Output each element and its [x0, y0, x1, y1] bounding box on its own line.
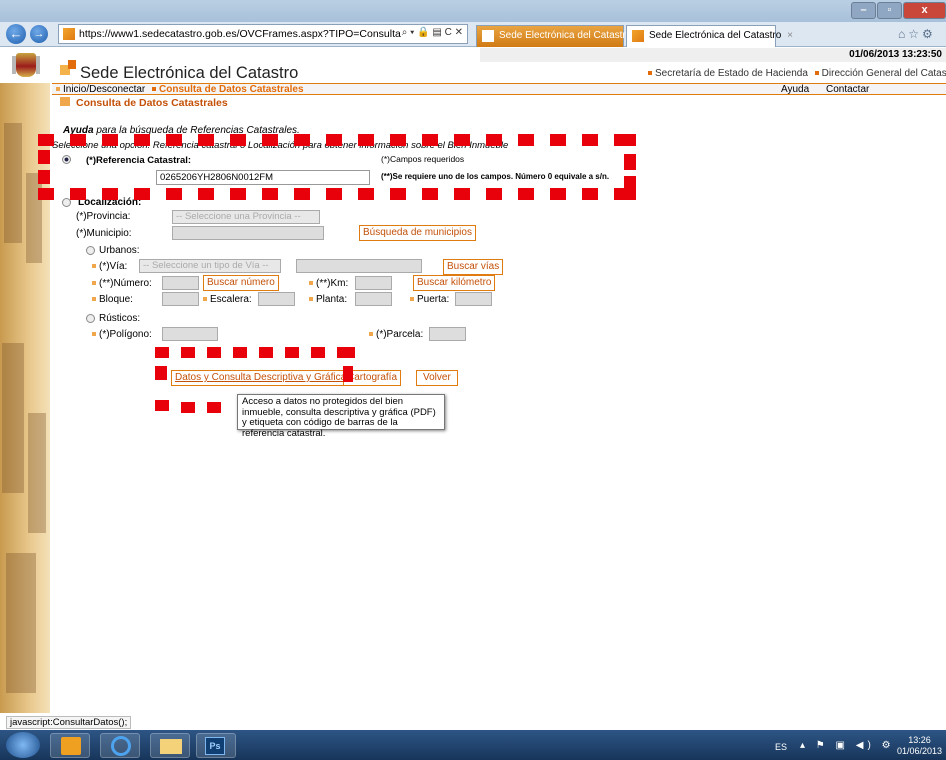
buscar-numero-button[interactable]: Buscar número — [203, 275, 279, 291]
window-title-bar — [0, 0, 946, 22]
poligono-input[interactable] — [162, 327, 218, 341]
status-text: javascript:ConsultarDatos(); — [6, 716, 132, 729]
volver-button[interactable]: Volver — [416, 370, 458, 386]
busqueda-municipios-button[interactable]: Búsqueda de municipios — [359, 225, 476, 241]
rusticos-label: Rústicos: — [99, 313, 141, 324]
required-fields-note: (*)Campos requeridos — [381, 154, 465, 164]
contact-link[interactable]: Contactar — [826, 84, 869, 95]
breadcrumb-home[interactable]: Inicio/Desconectar — [63, 84, 145, 95]
escalera-input[interactable] — [258, 292, 295, 306]
url-text: https://www1.sedecatastro.gob.es/OVCFram… — [79, 28, 401, 40]
planta-label: Planta: — [309, 294, 347, 305]
link-secretaria[interactable]: Secretaría de Estado de Hacienda — [655, 68, 808, 79]
spain-coat-of-arms-logo — [0, 47, 50, 83]
address-controls-icons[interactable]: ⌕ ▾ 🔒 ▤ C ✕ — [402, 27, 463, 38]
tab-favicon-icon — [632, 30, 644, 42]
escalera-label: Escalera: — [203, 294, 252, 305]
radio-rusticos[interactable] — [86, 314, 95, 323]
buscar-vias-button[interactable]: Buscar vías — [443, 259, 504, 275]
referencia-catastral-input[interactable]: 0265206YH2806N0012FM — [156, 170, 370, 185]
bloque-input[interactable] — [162, 292, 199, 306]
status-bar — [0, 713, 946, 730]
bloque-label: Bloque: — [92, 294, 133, 305]
tab-favicon-icon — [482, 30, 494, 42]
clock-date: 01/06/2013 — [897, 746, 943, 756]
municipio-input[interactable] — [172, 226, 324, 240]
puerta-input[interactable] — [455, 292, 492, 306]
address-bar[interactable]: https://www1.sedecatastro.gob.es/OVCFram… — [58, 24, 468, 44]
back-arrow-icon[interactable]: ← — [6, 24, 26, 44]
radio-urbanos[interactable] — [86, 246, 95, 255]
tab-2-label: Sede Electrónica del Catastro — [649, 30, 782, 41]
close-window-button[interactable]: x — [903, 2, 946, 19]
puerta-label: Puerta: — [410, 294, 449, 305]
language-indicator[interactable]: ES — [775, 742, 787, 752]
planta-input[interactable] — [355, 292, 392, 306]
numero-input[interactable] — [162, 276, 199, 290]
section-title: Consulta de Datos Catastrales — [76, 97, 228, 109]
tab-close-icon[interactable]: × — [787, 30, 793, 41]
via-label: (*)Vía: — [92, 261, 127, 272]
file-explorer-taskbar-icon[interactable] — [150, 733, 190, 758]
header-links: Secretaría de Estado de Hacienda Direcci… — [648, 68, 946, 79]
windows-start-icon[interactable] — [6, 732, 40, 758]
section-title-icon — [60, 97, 70, 106]
instructions-text: Seleccione una opción: Referencia catast… — [52, 140, 509, 151]
provincia-select[interactable]: -- Seleccione una Provincia -- — [172, 210, 320, 224]
km-label: (**)Km: — [309, 278, 348, 289]
catastro-logo-square — [68, 60, 76, 69]
numero-label: (**)Número: — [92, 278, 152, 289]
tipo-via-select[interactable]: -- Seleccione un tipo de Vía -- — [139, 259, 281, 273]
tab-1-label: Sede Electrónica del Catastro — [499, 30, 632, 41]
help-link[interactable]: Ayuda — [781, 84, 809, 95]
forward-arrow-icon[interactable]: → — [30, 25, 48, 43]
link-direccion-general[interactable]: Dirección General del Catastro — [822, 68, 946, 79]
internet-explorer-taskbar-icon[interactable] — [100, 733, 140, 758]
clock[interactable]: 13:26 01/06/2013 — [897, 735, 942, 757]
breadcrumb: Inicio/Desconectar Consulta de Datos Cat… — [52, 83, 946, 95]
via-input[interactable] — [296, 259, 422, 273]
parcela-input[interactable] — [429, 327, 466, 341]
tooltip: Acceso a datos no protegidos del bien in… — [237, 394, 445, 438]
clock-time: 13:26 — [908, 735, 931, 745]
datos-consulta-descriptiva-button[interactable]: Datos y Consulta Descriptiva y Gráfica — [171, 370, 351, 386]
photoshop-taskbar-icon[interactable]: Ps — [196, 733, 236, 758]
tab-1[interactable]: Sede Electrónica del Catastro — [476, 25, 631, 47]
urbanos-label: Urbanos: — [99, 245, 140, 256]
km-input[interactable] — [355, 276, 392, 290]
radio-referencia-catastral[interactable] — [62, 155, 71, 164]
date-time-display: 01/06/2013 13:23:50 — [480, 48, 946, 62]
tab-2-active[interactable]: Sede Electrónica del Catastro × — [626, 25, 793, 47]
site-title: Sede Electrónica del Catastro — [80, 64, 299, 82]
site-favicon-icon — [63, 28, 75, 40]
maximize-button[interactable]: ▫ — [877, 2, 902, 19]
system-tray-icons[interactable]: ▴ ⚑ ▣ ◀) ⚙ — [800, 740, 895, 751]
buscar-kilometro-button[interactable]: Buscar kilómetro — [413, 275, 496, 291]
home-star-gear-icons[interactable]: ⌂☆⚙ — [898, 27, 936, 41]
one-field-required-note: (**)Se requiere uno de los campos. Númer… — [381, 172, 610, 181]
provincia-label: (*)Provincia: — [76, 211, 131, 222]
poligono-label: (*)Polígono: — [92, 329, 152, 340]
municipio-label: (*)Municipio: — [76, 228, 132, 239]
breadcrumb-current: Consulta de Datos Catastrales — [159, 84, 304, 95]
minimize-button[interactable]: – — [851, 2, 876, 19]
outlook-taskbar-icon[interactable] — [50, 733, 90, 758]
parcela-label: (*)Parcela: — [369, 329, 423, 340]
referencia-catastral-label: (*)Referencia Catastral: — [86, 155, 192, 166]
